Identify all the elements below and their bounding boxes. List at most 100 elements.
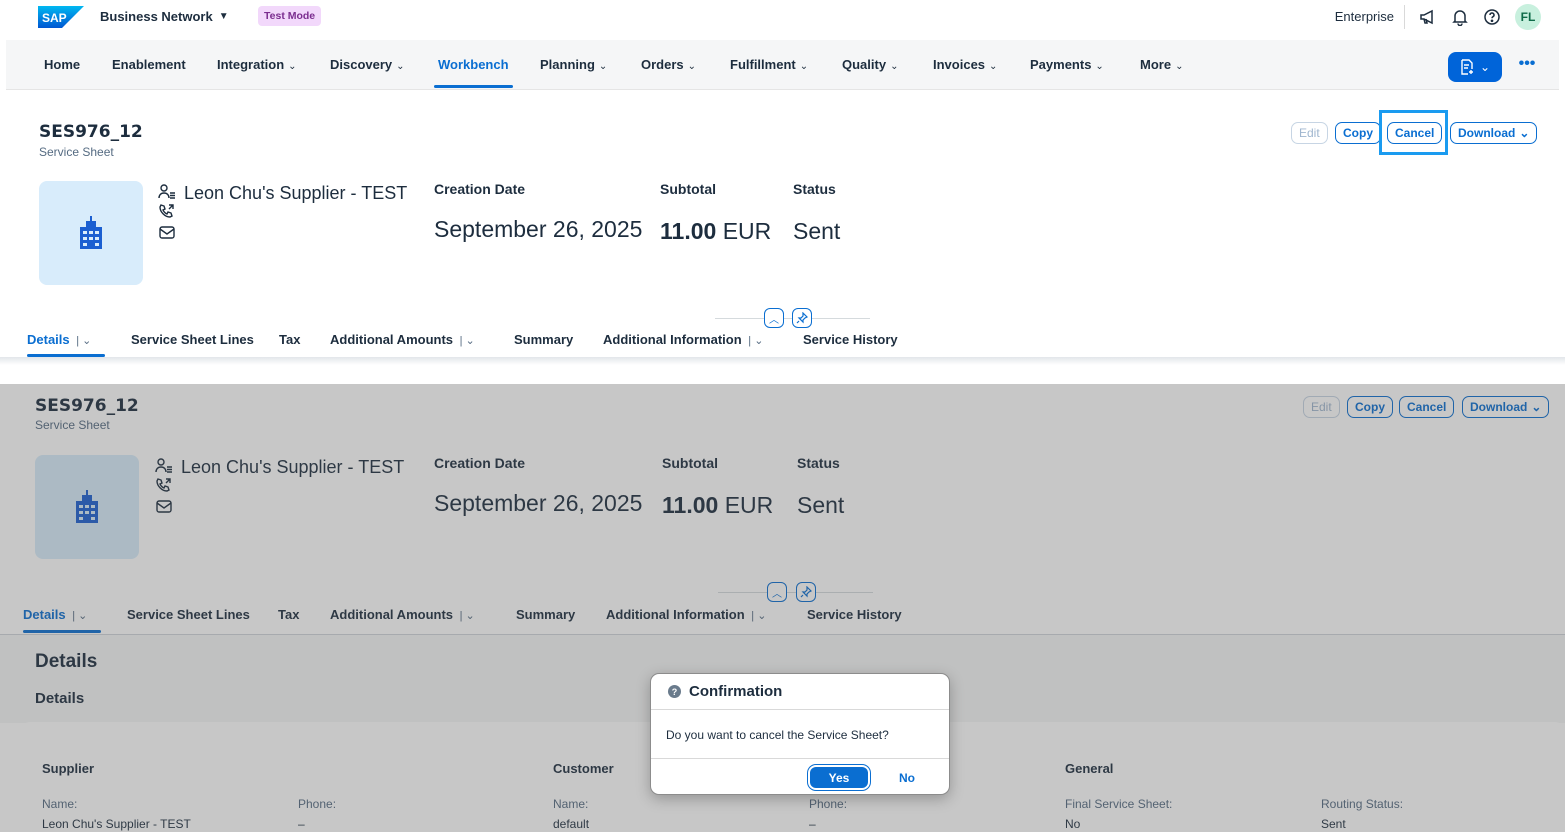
confirmation-dialog: ? Confirmation Do you want to cancel the… (650, 673, 950, 795)
kpi-label-status: Status (793, 181, 836, 197)
megaphone-icon[interactable] (1419, 8, 1437, 26)
tab-additional-information[interactable]: Additional Information | ⌄ (603, 332, 763, 347)
chevron-down-icon: ⌄ (288, 61, 297, 72)
tab-service-sheet-lines[interactable]: Service Sheet Lines (127, 607, 250, 622)
tab-service-history[interactable]: Service History (807, 607, 902, 622)
chevron-down-icon: | ⌄ (72, 610, 88, 622)
contact-name: Leon Chu's Supplier - TEST (181, 457, 405, 477)
kpi-value-status: Sent (793, 218, 841, 244)
shell-bar: SAP Business Network ▼ Test Mode Enterpr… (0, 0, 1565, 40)
kpi-value-subtotal: 11.00 EUR (662, 492, 774, 518)
pin-header-icon[interactable] (792, 308, 812, 328)
yes-button[interactable]: Yes (810, 767, 868, 788)
copy-button[interactable]: Copy (1347, 396, 1393, 418)
tab-service-history[interactable]: Service History (803, 332, 898, 347)
kpi-label-subtotal: Subtotal (660, 181, 716, 197)
page-title: SES976_12 (35, 396, 139, 416)
chevron-down-icon: ⌄ (1175, 61, 1184, 72)
kpi-label-subtotal: Subtotal (662, 455, 718, 471)
edit-button[interactable]: Edit (1291, 122, 1328, 144)
nav-item-invoices[interactable]: Invoices ⌄ (933, 57, 997, 72)
section-title: Details (35, 651, 98, 672)
chevron-down-icon: | ⌄ (748, 335, 764, 347)
tab-summary[interactable]: Summary (516, 607, 575, 622)
nav-item-home[interactable]: Home (44, 57, 80, 72)
cancel-button[interactable]: Cancel (1399, 396, 1455, 418)
collapse-header-icon[interactable]: ︿ (764, 308, 784, 328)
user-avatar[interactable]: FL (1515, 4, 1541, 30)
copy-button[interactable]: Copy (1335, 122, 1381, 144)
no-button[interactable]: No (889, 767, 925, 788)
kpi-value-creation-date: September 26, 2025 (434, 490, 643, 516)
help-icon[interactable] (1483, 8, 1501, 26)
tab-tax[interactable]: Tax (279, 332, 300, 347)
routing-status-label: Routing Status: (1321, 797, 1404, 811)
tab-details[interactable]: Details | ⌄ (23, 607, 87, 622)
test-mode-badge: Test Mode (258, 6, 322, 26)
nav-item-fulfillment[interactable]: Fulfillment ⌄ (730, 57, 808, 72)
tab-additional-amounts[interactable]: Additional Amounts | ⌄ (330, 607, 475, 622)
customer-phone-label: Phone: (809, 797, 848, 811)
chevron-down-icon: ⌄ (1531, 400, 1542, 414)
kpi-value-creation-date: September 26, 2025 (434, 216, 643, 242)
email-icon[interactable] (158, 224, 176, 240)
tab-details[interactable]: Details | ⌄ (27, 332, 91, 347)
chevron-down-icon: ⌄ (799, 61, 809, 72)
general-heading: General (1065, 761, 1114, 776)
phone-icon[interactable] (155, 477, 173, 493)
shell-actions: Enterprise FL (1335, 4, 1541, 30)
customer-phone-value: – (809, 817, 816, 831)
nav-item-quality[interactable]: Quality ⌄ (842, 57, 898, 72)
tab-additional-amounts[interactable]: Additional Amounts | ⌄ (330, 332, 475, 347)
tab-additional-information[interactable]: Additional Information | ⌄ (606, 607, 766, 622)
subsection-title: Details (35, 690, 85, 707)
tab-active-indicator (23, 630, 101, 633)
bell-icon[interactable] (1451, 8, 1469, 26)
kpi-value-status: Sent (797, 492, 845, 518)
tab-tax[interactable]: Tax (278, 607, 299, 622)
pin-header-icon[interactable] (796, 582, 816, 602)
download-button[interactable]: Download ⌄ (1462, 396, 1550, 418)
nav-item-discovery[interactable]: Discovery ⌄ (330, 57, 405, 72)
download-label: Download (1458, 126, 1516, 140)
tab-bar-shadow (0, 357, 1565, 365)
nav-item-planning[interactable]: Planning ⌄ (540, 57, 607, 72)
building-icon (80, 216, 102, 249)
dialog-message: Do you want to cancel the Service Sheet? (666, 728, 889, 742)
tab-service-sheet-lines[interactable]: Service Sheet Lines (131, 332, 254, 347)
more-options-icon[interactable]: ••• (1515, 52, 1539, 76)
kpi-label-status: Status (797, 455, 840, 471)
chevron-down-icon: ⌄ (1519, 126, 1530, 140)
kpi-value-subtotal: 11.00 EUR (660, 218, 772, 244)
contact-person-icon (158, 184, 175, 199)
email-icon[interactable] (155, 498, 173, 514)
download-button[interactable]: Download ⌄ (1450, 122, 1538, 144)
building-tile (35, 455, 139, 559)
app-name-label: Business Network (100, 9, 213, 24)
customer-name-label: Name: (553, 797, 589, 811)
nav-item-payments[interactable]: Payments ⌄ (1030, 57, 1104, 72)
account-label[interactable]: Enterprise (1335, 5, 1405, 29)
chevron-down-icon: ⌄ (396, 61, 405, 72)
kpi-label-creation-date: Creation Date (434, 181, 526, 197)
routing-status-value: Sent (1321, 817, 1346, 831)
sap-logo-text: SAP (42, 11, 67, 25)
chevron-down-icon: ⌄ (687, 61, 697, 72)
nav-item-workbench[interactable]: Workbench (438, 57, 509, 72)
edit-button[interactable]: Edit (1303, 396, 1340, 418)
sap-logo[interactable]: SAP (38, 6, 84, 28)
nav-item-more[interactable]: More ⌄ (1140, 57, 1183, 72)
caret-down-icon: ▼ (218, 11, 229, 22)
app-name-menu[interactable]: Business Network ▼ (100, 9, 229, 24)
supplier-heading: Supplier (42, 761, 95, 776)
nav-active-indicator (434, 85, 513, 88)
tab-summary[interactable]: Summary (514, 332, 573, 347)
nav-item-orders[interactable]: Orders ⌄ (641, 57, 696, 72)
phone-icon[interactable] (158, 203, 176, 219)
collapse-header-icon[interactable]: ︿ (767, 582, 787, 602)
create-document-button[interactable]: ⌄ (1448, 52, 1502, 82)
nav-item-integration[interactable]: Integration ⌄ (217, 57, 297, 72)
page-title: SES976_12 (39, 122, 143, 142)
building-icon (76, 490, 98, 523)
nav-item-enablement[interactable]: Enablement (112, 57, 186, 72)
